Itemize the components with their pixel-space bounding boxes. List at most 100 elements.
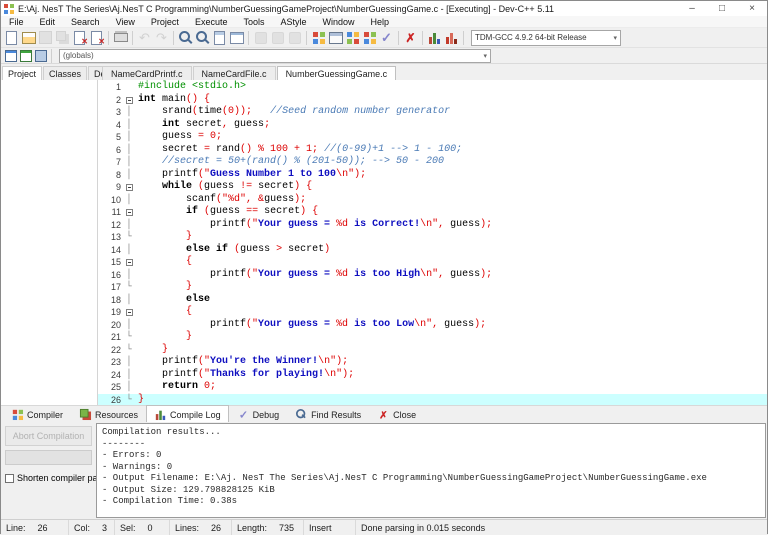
new-file-icon[interactable] [3, 29, 20, 46]
rebuild-icon[interactable] [361, 29, 378, 46]
find-icon[interactable] [177, 29, 194, 46]
sidebar-tab-project[interactable]: Project [2, 66, 43, 80]
menu-project[interactable]: Project [143, 16, 187, 28]
add-to-project-icon[interactable] [18, 48, 33, 63]
compile-run-icon[interactable] [344, 29, 361, 46]
abort-icon[interactable] [402, 29, 419, 46]
tab-find-results[interactable]: Find Results [287, 405, 369, 422]
report-tabs: Compiler Resources Compile Log Debug Find Re… [1, 405, 767, 422]
menu-astyle[interactable]: AStyle [272, 16, 314, 28]
fold-marker [124, 81, 134, 94]
tab-resources[interactable]: Resources [71, 405, 146, 422]
code-line[interactable]: 26 └} [98, 393, 767, 405]
code-line[interactable]: 14 │ else if (guess > secret) [98, 244, 767, 257]
line-number: 22 [110, 344, 121, 355]
project-panel[interactable] [1, 80, 98, 405]
tab-compile-log[interactable]: Compile Log [146, 405, 229, 422]
code-line[interactable]: 4 │ int secret, guess; [98, 119, 767, 132]
menu-view[interactable]: View [108, 16, 143, 28]
compiler-select[interactable]: TDM-GCC 4.9.2 64-bit Release ▾ [471, 29, 621, 46]
code-line[interactable]: 24 │ printf("Thanks for playing!\n"); [98, 369, 767, 382]
code-line[interactable]: 5 │ guess = 0; [98, 131, 767, 144]
code-line[interactable]: 13 └} [98, 231, 767, 244]
replace-icon[interactable] [211, 29, 228, 46]
fold-marker[interactable] [124, 306, 134, 319]
fold-box-icon [125, 309, 133, 316]
class-browser-select[interactable]: (globals) ▾ [59, 48, 491, 63]
code-line[interactable]: 18 │ else [98, 294, 767, 307]
code-line[interactable]: 1 #include <stdio.h> [98, 81, 767, 94]
toolbar-separator [51, 48, 52, 63]
maximize-button[interactable]: □ [707, 1, 737, 16]
code-token: else [186, 293, 211, 305]
profile-icon[interactable] [426, 29, 443, 46]
minimize-button[interactable]: – [677, 1, 707, 16]
status-col-value: 3 [102, 522, 108, 533]
sidebar-tab-classes[interactable]: Classes [43, 66, 88, 80]
status-length-value: 735 [279, 522, 295, 533]
shorten-paths-checkbox[interactable] [5, 473, 14, 483]
editor-tab-namecardprintf-c[interactable]: NameCardPrintf.c [102, 66, 192, 80]
fold-marker: │ [126, 194, 132, 205]
code-line[interactable]: 11 if (guess == secret) { [98, 206, 767, 219]
compile-log-output[interactable]: Compilation results... -------- - Errors: … [96, 423, 766, 518]
code-token: else [186, 243, 211, 255]
code-token: while [162, 181, 193, 192]
open-file-icon[interactable] [20, 29, 37, 46]
editor-tab-numberguessinggame-c[interactable]: NumberGuessingGame.c [276, 66, 397, 80]
code-line[interactable]: 22 └} [98, 344, 767, 357]
code-line[interactable]: 19 { [98, 306, 767, 319]
remove-from-project-icon[interactable] [33, 48, 48, 63]
close-button[interactable]: × [737, 1, 767, 16]
editor-tab-namecardfile-c[interactable]: NameCardFile.c [192, 66, 276, 80]
new-project-icon[interactable] [3, 48, 18, 63]
code-line[interactable]: 3 │ srand(time(0)); //Seed random number g… [98, 106, 767, 119]
status-line-value: 26 [37, 522, 48, 533]
fold-marker[interactable] [124, 206, 134, 219]
code-line[interactable]: 20 │ printf("Your guess = %d is too Low\n"… [98, 319, 767, 332]
close-file-icon[interactable] [71, 29, 88, 46]
syntax-check-icon[interactable] [378, 29, 395, 46]
fold-marker[interactable] [124, 181, 134, 194]
debug-icon [238, 409, 249, 420]
code-token: guess [210, 206, 247, 217]
run-icon[interactable] [327, 29, 344, 46]
code-line[interactable]: 23 │ printf("You're the Winner!\n"); [98, 356, 767, 369]
menu-help[interactable]: Help [363, 16, 398, 28]
delete-profiling-icon[interactable] [443, 29, 460, 46]
code-line[interactable]: 10 │ scanf("%d", &guess); [98, 194, 767, 207]
code-line[interactable]: 9 while (guess != secret) { [98, 181, 767, 194]
fold-marker[interactable] [124, 256, 134, 269]
code-text: printf("Guess Number 1 to 100\n"); [134, 169, 366, 182]
tab-compiler[interactable]: Compiler [3, 405, 71, 422]
compile-icon[interactable] [310, 29, 327, 46]
tab-close[interactable]: Close [369, 405, 424, 422]
code-line[interactable]: 8 │ printf("Guess Number 1 to 100\n"); [98, 169, 767, 182]
code-editor[interactable]: 1 #include <stdio.h> 2 int main() {3 │ srand(… [98, 80, 767, 405]
menu-file[interactable]: File [1, 16, 32, 28]
code-line[interactable]: 21 └} [98, 331, 767, 344]
code-line[interactable]: 7 │ //secret = 50+(rand() % (201-50)); -->… [98, 156, 767, 169]
code-token: secret [258, 206, 301, 217]
forward-icon [269, 29, 286, 46]
code-line[interactable]: 17 └} [98, 281, 767, 294]
code-line[interactable]: 15 { [98, 256, 767, 269]
code-line[interactable]: 16 │ printf("Your guess = %d is too High\n… [98, 269, 767, 282]
fold-marker[interactable] [124, 94, 134, 107]
goto-line-icon[interactable] [228, 29, 245, 46]
menu-search[interactable]: Search [63, 16, 108, 28]
code-line[interactable]: 6 │ secret = rand() % 100 + 1; //(0-99)+1 … [98, 144, 767, 157]
fold-box-icon [125, 259, 133, 266]
find-in-files-icon[interactable] [194, 29, 211, 46]
code-line[interactable]: 25 │ return 0; [98, 381, 767, 394]
menu-tools[interactable]: Tools [235, 16, 272, 28]
print-icon[interactable] [112, 29, 129, 46]
menu-execute[interactable]: Execute [187, 16, 236, 28]
tab-debug[interactable]: Debug [229, 405, 288, 422]
code-line[interactable]: 12 │ printf("Your guess = %d is Correct!\n… [98, 219, 767, 232]
menu-edit[interactable]: Edit [32, 16, 64, 28]
code-line[interactable]: 2 int main() { [98, 94, 767, 107]
menu-window[interactable]: Window [315, 16, 363, 28]
close-all-icon[interactable] [88, 29, 105, 46]
tab-strip: ProjectClassesDebug NameCardPrintf.cName… [1, 64, 767, 80]
